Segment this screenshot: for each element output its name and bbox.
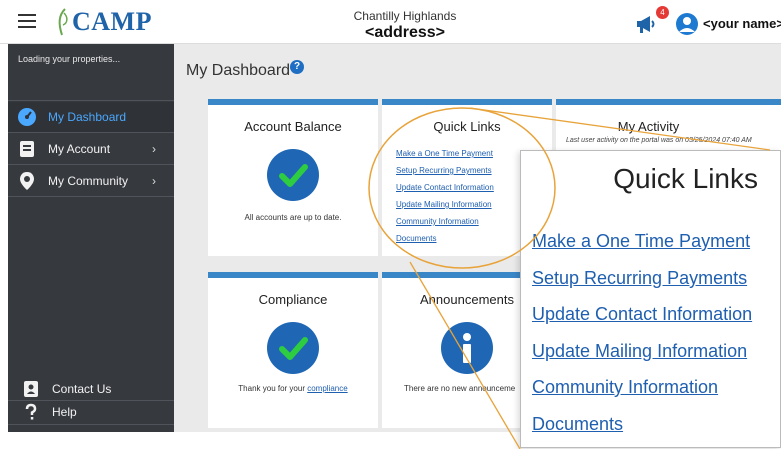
- compliance-card: Compliance Thank you for your compliance: [208, 272, 378, 428]
- info-circle-icon: [441, 322, 493, 374]
- dashboard-page: CAMP Chantilly Highlands <address> 4 <yo…: [0, 0, 781, 449]
- update-contact-information-link[interactable]: Update Contact Information: [396, 183, 494, 192]
- sidebar-divider: [8, 132, 174, 133]
- leaf-icon: [58, 8, 68, 36]
- loading-properties-text: Loading your properties...: [18, 54, 121, 64]
- account-book-icon: [20, 141, 34, 157]
- community-information-link[interactable]: Community Information: [532, 377, 718, 398]
- update-mailing-information-link[interactable]: Update Mailing Information: [532, 341, 747, 362]
- sidebar-item-help[interactable]: Help: [8, 401, 174, 423]
- community-information-link[interactable]: Community Information: [396, 217, 479, 226]
- setup-recurring-payments-link[interactable]: Setup Recurring Payments: [532, 268, 747, 289]
- card-title: Compliance: [258, 292, 328, 307]
- contact-card-icon: [24, 381, 38, 397]
- user-avatar-icon[interactable]: [676, 13, 698, 35]
- sidebar-item-my-dashboard[interactable]: My Dashboard: [8, 102, 174, 132]
- documents-link[interactable]: Documents: [396, 234, 436, 243]
- sidebar-item-my-account[interactable]: My Account ›: [8, 134, 174, 164]
- setup-recurring-payments-link[interactable]: Setup Recurring Payments: [396, 166, 492, 175]
- account-balance-card: Account Balance All accounts are up to d…: [208, 99, 378, 256]
- account-status-text: All accounts are up to date.: [244, 213, 342, 222]
- compliance-text-prefix: Thank you for your: [238, 384, 308, 393]
- documents-link[interactable]: Documents: [532, 414, 623, 435]
- user-name[interactable]: <your name>: [703, 16, 781, 31]
- sidebar-item-label: Help: [52, 405, 77, 419]
- update-contact-information-link[interactable]: Update Contact Information: [532, 304, 752, 325]
- map-pin-icon: [20, 172, 34, 190]
- chevron-right-icon: ›: [152, 174, 156, 188]
- sidebar-item-label: My Community: [48, 174, 129, 188]
- sidebar-item-label: My Account: [48, 142, 111, 156]
- sidebar-divider: [8, 424, 174, 425]
- check-circle-icon: [267, 149, 319, 201]
- card-title: Account Balance: [244, 119, 342, 134]
- community-name: Chantilly Highlands: [353, 9, 457, 23]
- sidebar-divider: [8, 100, 174, 101]
- update-mailing-information-link[interactable]: Update Mailing Information: [396, 200, 492, 209]
- notification-badge: 4: [656, 6, 669, 19]
- card-title: Quick Links: [433, 119, 501, 134]
- chevron-right-icon: ›: [152, 142, 156, 156]
- compliance-link[interactable]: compliance: [307, 384, 347, 393]
- make-one-time-payment-link[interactable]: Make a One Time Payment: [532, 231, 750, 252]
- camp-logo[interactable]: CAMP: [56, 6, 152, 38]
- hamburger-menu-icon[interactable]: [18, 14, 36, 28]
- sidebar: Loading your properties... My Dashboard …: [8, 44, 174, 432]
- question-mark-icon: [25, 403, 37, 420]
- check-circle-icon: [267, 322, 319, 374]
- card-title: My Activity: [617, 119, 680, 134]
- make-one-time-payment-link[interactable]: Make a One Time Payment: [396, 149, 493, 158]
- sidebar-item-label: My Dashboard: [48, 110, 127, 124]
- sidebar-item-contact-us[interactable]: Contact Us: [8, 378, 174, 400]
- quick-links-zoom-callout: Quick Links Make a One Time Payment Setu…: [520, 150, 781, 448]
- top-bar: CAMP Chantilly Highlands <address> 4 <yo…: [0, 0, 781, 44]
- last-activity-text: Last user activity on the portal was on …: [566, 137, 752, 144]
- zoom-title: Quick Links: [613, 163, 758, 194]
- help-icon[interactable]: ?: [290, 60, 304, 74]
- sidebar-divider: [8, 164, 174, 165]
- sidebar-item-my-community[interactable]: My Community ›: [8, 166, 174, 196]
- compliance-text: Thank you for your compliance: [208, 384, 378, 393]
- dashboard-gauge-icon: [18, 108, 36, 126]
- property-address: <address>: [364, 24, 446, 41]
- sidebar-item-label: Contact Us: [52, 382, 112, 396]
- logo-text: CAMP: [72, 7, 152, 36]
- sidebar-divider: [8, 196, 174, 197]
- page-title: My Dashboard: [186, 62, 291, 79]
